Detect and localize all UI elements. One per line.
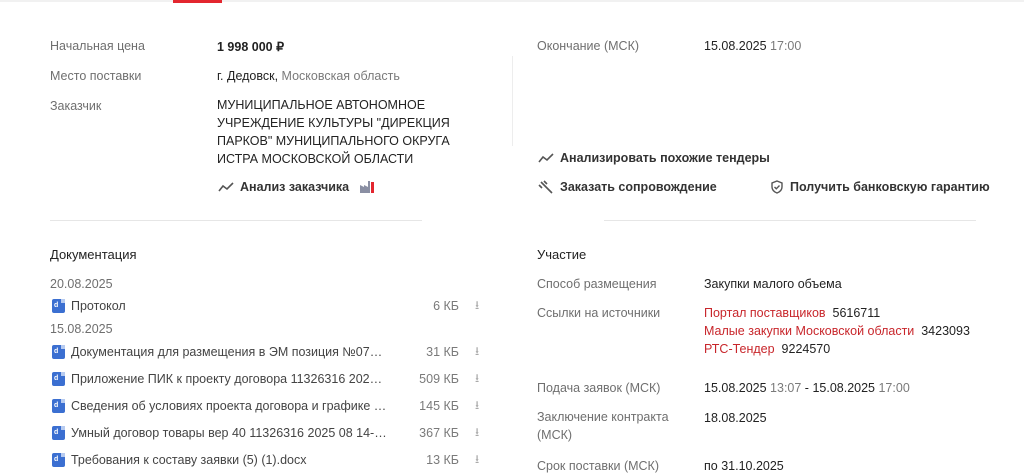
factory-icon bbox=[360, 181, 375, 193]
source-id: 9224570 bbox=[781, 342, 831, 356]
customer-analysis-label: Анализ заказчика bbox=[240, 180, 350, 194]
active-tab-indicator bbox=[173, 0, 222, 3]
source-id: 3423093 bbox=[921, 324, 970, 338]
download-icon[interactable]: ⭳ bbox=[475, 296, 479, 317]
trend-line-icon bbox=[538, 153, 554, 163]
bank-guarantee-button[interactable]: Получить банковскую гарантию bbox=[770, 180, 990, 194]
contract-label: Заключение контракта (МСК) bbox=[537, 410, 669, 442]
document-row[interactable]: d Документация для размещения в ЭМ позиц… bbox=[52, 343, 488, 361]
document-icon: d bbox=[52, 345, 65, 359]
download-icon[interactable]: ⭳ bbox=[475, 342, 479, 363]
document-icon: d bbox=[52, 372, 65, 386]
sources-label: Ссылки на источники bbox=[537, 306, 661, 320]
document-size: 145 КБ bbox=[419, 399, 459, 413]
document-name[interactable]: Протокол bbox=[71, 299, 389, 313]
place-label: Место поставки bbox=[50, 69, 142, 83]
source-link[interactable]: Малые закупки Московской области 3423093 bbox=[704, 324, 970, 338]
download-icon[interactable]: ⭳ bbox=[475, 423, 479, 444]
participation-title: Участие bbox=[537, 247, 587, 262]
customer-name[interactable]: МУНИЦИПАЛЬНОЕ АВТОНОМНОЕ УЧРЕЖДЕНИЕ КУЛЬ… bbox=[217, 96, 457, 168]
column-separator bbox=[512, 56, 513, 146]
price-label: Начальная цена bbox=[50, 39, 145, 53]
document-row[interactable]: d Протокол 6 КБ ⭳ bbox=[52, 297, 488, 315]
document-icon: d bbox=[52, 426, 65, 440]
method-value: Закупки малого объема bbox=[704, 277, 842, 291]
document-name[interactable]: Требования к составу заявки (5) (1).docx bbox=[71, 453, 389, 467]
download-icon[interactable]: ⭳ bbox=[475, 396, 479, 417]
document-icon: d bbox=[52, 453, 65, 467]
similar-tenders-button[interactable]: Анализировать похожие тендеры bbox=[538, 151, 770, 165]
end-time: 17:00 bbox=[770, 39, 802, 53]
order-support-button[interactable]: Заказать сопровождение bbox=[538, 180, 717, 194]
delivery-label: Срок поставки (МСК) bbox=[537, 459, 659, 473]
source-link[interactable]: Портал поставщиков 5616711 bbox=[704, 306, 880, 320]
place-value: г. Дедовск, Московская область bbox=[217, 69, 400, 83]
apps-start-date: 15.08.2025 bbox=[704, 381, 767, 395]
document-row[interactable]: d Умный договор товары вер 40 11326316 2… bbox=[52, 424, 488, 442]
delivery-value: по 31.10.2025 bbox=[704, 459, 784, 473]
right-divider bbox=[604, 220, 976, 221]
end-label: Окончание (МСК) bbox=[537, 39, 640, 53]
order-support-label: Заказать сопровождение bbox=[560, 180, 717, 194]
document-name[interactable]: Документация для размещения в ЭМ позиция… bbox=[71, 345, 389, 359]
source-name[interactable]: РТС-Тендер bbox=[704, 342, 775, 356]
source-name[interactable]: Портал поставщиков bbox=[704, 306, 826, 320]
applications-value: 15.08.2025 13:07 - 15.08.2025 17:00 bbox=[704, 381, 910, 395]
contract-value: 18.08.2025 bbox=[704, 411, 767, 425]
document-icon: d bbox=[52, 299, 65, 313]
apps-end-time: 17:00 bbox=[878, 381, 910, 395]
place-region: Московская область bbox=[281, 69, 400, 83]
trend-line-icon bbox=[218, 182, 234, 192]
customer-label: Заказчик bbox=[50, 99, 102, 113]
method-label: Способ размещения bbox=[537, 277, 657, 291]
document-name[interactable]: Умный договор товары вер 40 11326316 202… bbox=[71, 426, 389, 440]
doc-group-date: 15.08.2025 bbox=[50, 322, 113, 336]
source-id: 5616711 bbox=[832, 306, 881, 320]
document-size: 367 КБ bbox=[419, 426, 459, 440]
place-city: г. Дедовск, bbox=[217, 69, 279, 83]
apps-separator: - bbox=[801, 381, 813, 395]
document-name[interactable]: Сведения об условиях проекта договора и … bbox=[71, 399, 389, 413]
price-value: 1 998 000 ₽ bbox=[217, 40, 285, 54]
document-icon: d bbox=[52, 399, 65, 413]
download-icon[interactable]: ⭳ bbox=[475, 450, 479, 471]
bank-guarantee-label: Получить банковскую гарантию bbox=[790, 180, 990, 194]
hammer-icon bbox=[538, 180, 553, 194]
download-icon[interactable]: ⭳ bbox=[475, 369, 479, 390]
source-link[interactable]: РТС-Тендер 9224570 bbox=[704, 342, 830, 356]
end-value: 15.08.2025 17:00 bbox=[704, 39, 801, 53]
source-name[interactable]: Малые закупки Московской области bbox=[704, 324, 914, 338]
document-row[interactable]: d Приложение ПИК к проекту договора 1132… bbox=[52, 370, 488, 388]
document-row[interactable]: d Требования к составу заявки (5) (1).do… bbox=[52, 451, 488, 469]
document-size: 6 КБ bbox=[433, 299, 459, 313]
end-date: 15.08.2025 bbox=[704, 39, 767, 53]
similar-tenders-label: Анализировать похожие тендеры bbox=[560, 151, 770, 165]
document-name[interactable]: Приложение ПИК к проекту договора 113263… bbox=[71, 372, 389, 386]
documentation-title: Документация bbox=[50, 247, 137, 262]
doc-group-date: 20.08.2025 bbox=[50, 277, 113, 291]
customer-analysis-button[interactable]: Анализ заказчика bbox=[218, 180, 381, 194]
applications-label: Подача заявок (МСК) bbox=[537, 381, 661, 395]
apps-start-time: 13:07 bbox=[770, 381, 802, 395]
top-border bbox=[0, 0, 1024, 2]
document-size: 13 КБ bbox=[426, 453, 459, 467]
document-row[interactable]: d Сведения об условиях проекта договора … bbox=[52, 397, 488, 415]
document-size: 509 КБ bbox=[419, 372, 459, 386]
shield-check-icon bbox=[771, 180, 783, 194]
left-divider bbox=[50, 220, 422, 221]
apps-end-date: 15.08.2025 bbox=[812, 381, 875, 395]
document-size: 31 КБ bbox=[426, 345, 459, 359]
